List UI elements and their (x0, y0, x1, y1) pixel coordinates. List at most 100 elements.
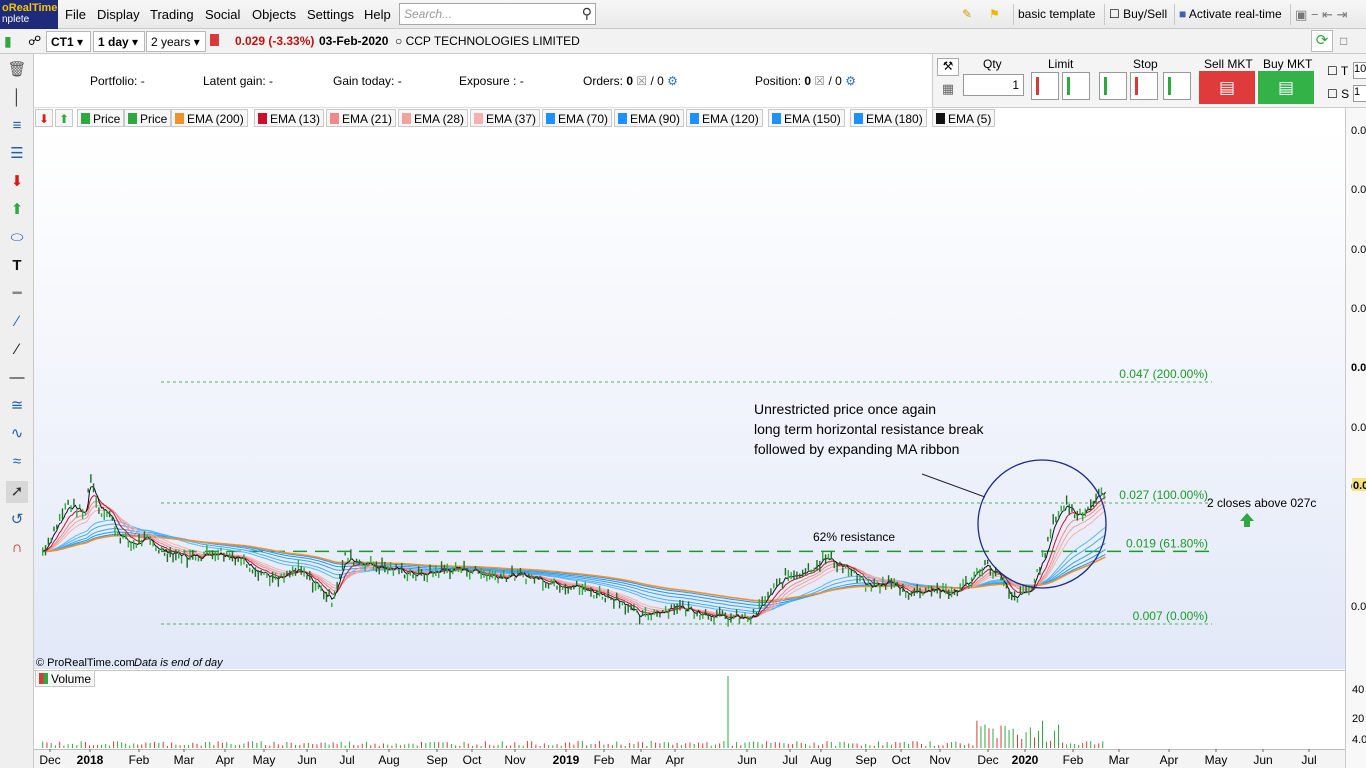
window-controls[interactable]: ▣ − ⇤ ⇥ (1290, 4, 1352, 25)
volume-legend[interactable]: Volume (35, 670, 96, 687)
legend-item-12[interactable]: EMA (5) (932, 109, 996, 127)
menu-social[interactable]: Social (205, 7, 240, 22)
wrench-icon[interactable]: ⚒ (937, 58, 959, 76)
instrument-name: ○ CCP TECHNOLOGIES LIMITED (395, 34, 580, 48)
price-chart-area[interactable] (34, 128, 1345, 669)
legend-item-3[interactable]: EMA (13) (254, 109, 325, 127)
s-value-input[interactable]: 1 (1353, 85, 1366, 102)
legend-item-6[interactable]: EMA (37) (470, 109, 541, 127)
abc-wave-icon[interactable]: ≈ (6, 451, 28, 473)
segment-icon[interactable]: ∕ (6, 311, 28, 333)
stop-limit-button[interactable] (1163, 72, 1191, 100)
time-axis[interactable] (34, 749, 1345, 768)
buy-sell-toggle[interactable]: ☐ Buy/Sell (1104, 4, 1171, 25)
legend-label: EMA (200) (187, 112, 244, 126)
legend-swatch (175, 113, 184, 124)
limit-buy-button[interactable] (1062, 72, 1090, 100)
ticker-select[interactable]: CT1 ▾ (46, 31, 91, 52)
template-button[interactable]: basic template (1013, 4, 1099, 25)
qty-input[interactable]: 1 (963, 74, 1024, 96)
legend-swatch (402, 113, 411, 124)
volume-swatch (39, 673, 48, 684)
close-chart-icon[interactable]: □ (1340, 34, 1347, 48)
legend-item-2[interactable]: EMA (200) (171, 109, 248, 127)
collapse-up-icon[interactable]: ⬆ (55, 109, 73, 127)
candles-icon[interactable]: ▮ (4, 33, 12, 50)
search-icon[interactable]: ⚲ (582, 5, 592, 22)
legend-item-4[interactable]: EMA (21) (326, 109, 397, 127)
limit-sell-button[interactable] (1031, 72, 1059, 100)
sell-arrow-icon[interactable]: ⬇ (6, 171, 28, 193)
link-icon[interactable]: ☍ (28, 33, 41, 49)
magnet-icon[interactable]: ∩ (6, 537, 28, 559)
position-count: Position: 0 ☒ / 0 ⚙ (755, 74, 856, 88)
volume-chart-area[interactable] (34, 670, 1345, 749)
collapse-down-icon[interactable]: ⬇ (35, 109, 53, 127)
legend-item-11[interactable]: EMA (180) (850, 109, 927, 127)
s-checkbox[interactable]: ☐ S (1327, 87, 1349, 101)
sell-mkt-label: Sell MKT (1204, 57, 1253, 71)
price-axis[interactable] (1345, 108, 1366, 768)
sell-market-button[interactable]: ▤ (1199, 71, 1255, 104)
interval-select[interactable]: 1 day ▾ (93, 31, 145, 52)
limit-label: Limit (1048, 57, 1074, 71)
line-icon[interactable]: ∕ (6, 339, 28, 361)
buy-market-button[interactable]: ▤ (1258, 71, 1314, 104)
vertical-line-icon[interactable]: │ (6, 87, 28, 109)
legend-swatch (936, 113, 945, 124)
menu-objects[interactable]: Objects (252, 7, 296, 22)
drawing-tools-icon[interactable]: ✎ (958, 4, 976, 25)
horizontal-line-icon[interactable]: — (6, 367, 28, 389)
legend-label: EMA (180) (866, 112, 923, 126)
legend-swatch (546, 113, 555, 124)
legend-item-5[interactable]: EMA (28) (398, 109, 469, 127)
portfolio-info-bar: Portfolio: - Latent gain: - Gain today: … (34, 54, 932, 108)
fibonacci-icon[interactable]: ≡ (6, 115, 28, 137)
legend-label: EMA (120) (702, 112, 759, 126)
menu-help[interactable]: Help (364, 7, 391, 22)
cursor-icon[interactable]: ➚ (6, 481, 28, 503)
channel-icon[interactable]: ≅ (6, 395, 28, 417)
legend-item-10[interactable]: EMA (150) (768, 109, 845, 127)
legend-item-8[interactable]: EMA (90) (614, 109, 685, 127)
keypad-icon[interactable]: ▦ (937, 81, 959, 99)
legend-item-9[interactable]: EMA (120) (686, 109, 763, 127)
stop-buy-button[interactable] (1130, 72, 1158, 100)
stop-label: Stop (1133, 57, 1158, 71)
menu-display[interactable]: Display (97, 7, 140, 22)
legend-item-1[interactable]: Price (124, 109, 172, 127)
qty-label: Qty (983, 57, 1002, 71)
legend-swatch (772, 113, 781, 124)
refresh-icon[interactable]: ⟳ (1311, 30, 1333, 52)
legend-label: EMA (13) (270, 112, 321, 126)
trash-icon[interactable]: 🗑 (6, 59, 28, 81)
search-input[interactable]: Search... ⚲ (399, 3, 596, 25)
app-logo: oRealTime nplete (0, 0, 58, 29)
legend-swatch (474, 113, 483, 124)
activate-realtime-button[interactable]: ■ Activate real-time (1174, 4, 1286, 25)
text-tool-icon[interactable]: T (6, 255, 28, 277)
buy-arrow-icon[interactable]: ⬆ (6, 199, 28, 221)
legend-label: EMA (28) (414, 112, 465, 126)
menu-settings[interactable]: Settings (307, 7, 354, 22)
range-select[interactable]: 2 years ▾ (146, 31, 206, 52)
legend-label: Price (140, 112, 168, 126)
buy-mkt-label: Buy MKT (1263, 57, 1313, 71)
legend-label: EMA (5) (948, 112, 992, 126)
legend-item-7[interactable]: EMA (70) (542, 109, 613, 127)
legend-item-0[interactable]: Price (77, 109, 125, 127)
fan-icon[interactable]: ☰ (6, 143, 28, 165)
legend-swatch (690, 113, 699, 124)
menu-file[interactable]: File (65, 7, 86, 22)
portfolio-value: Portfolio: - (90, 74, 145, 88)
ellipse-icon[interactable]: ⬭ (6, 227, 28, 249)
t-value-input[interactable]: 10 (1353, 62, 1366, 79)
stop-sell-button[interactable] (1099, 72, 1127, 100)
flag-icon[interactable]: ⚑ (985, 4, 1004, 25)
elliott-wave-icon[interactable]: ∿ (6, 423, 28, 445)
t-checkbox[interactable]: ☐ T (1327, 64, 1348, 78)
menu-trading[interactable]: Trading (150, 7, 194, 22)
undo-icon[interactable]: ↺ (6, 509, 28, 531)
ruler-icon[interactable]: ━ (6, 283, 28, 305)
change-indicator (210, 34, 219, 46)
